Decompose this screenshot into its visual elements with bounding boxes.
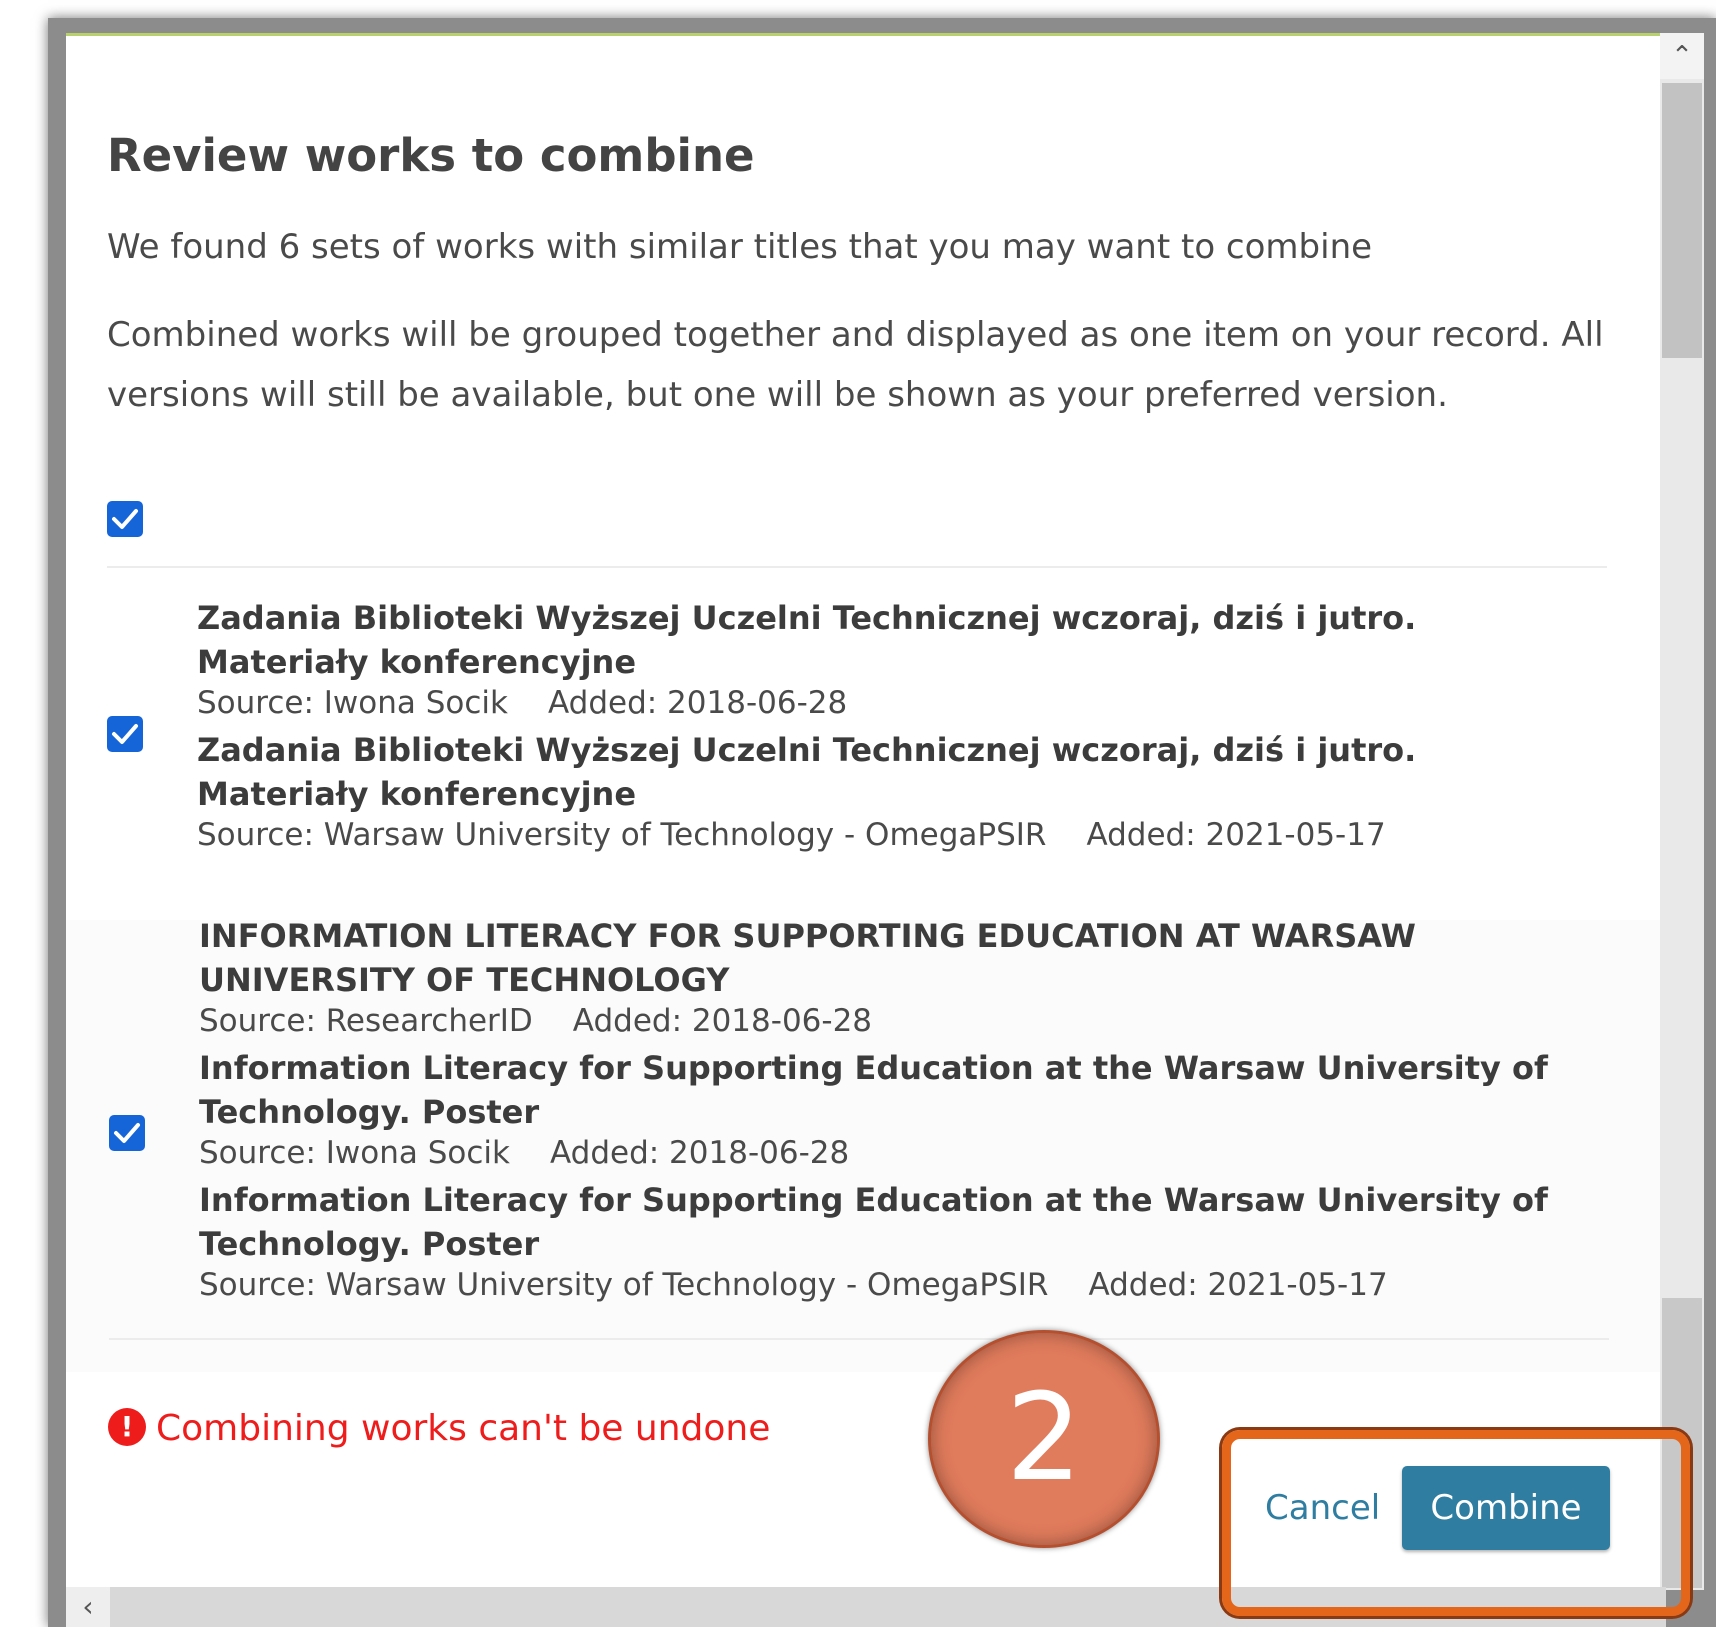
combine-button[interactable]: Combine bbox=[1402, 1466, 1610, 1550]
work-meta: Source: ResearcherID Added: 2018-06-28 bbox=[199, 1003, 872, 1039]
work-meta: Source: Warsaw University of Technology … bbox=[197, 817, 1386, 853]
group-2-checkbox[interactable] bbox=[109, 1115, 145, 1151]
dialog-top-accent bbox=[66, 33, 1666, 36]
work-added-date: Added: 2018-06-28 bbox=[572, 1003, 873, 1039]
chevron-left-icon[interactable]: ‹ bbox=[66, 1587, 110, 1627]
check-icon bbox=[112, 509, 138, 529]
divider bbox=[107, 566, 1607, 568]
divider bbox=[109, 1338, 1609, 1340]
work-source: Source: Iwona Socik bbox=[199, 1135, 510, 1171]
work-title: Information Literacy for Supporting Educ… bbox=[199, 1049, 1548, 1131]
work-added-date: Added: 2021-05-17 bbox=[1088, 1267, 1388, 1303]
scrollbar-thumb[interactable] bbox=[1662, 83, 1702, 358]
work-meta: Source: Iwona Socik Added: 2018-06-28 bbox=[199, 1135, 849, 1171]
chevron-up-icon[interactable]: ⌃ bbox=[1660, 33, 1704, 79]
step-badge: 2 bbox=[928, 1330, 1160, 1548]
dialog-title: Review works to combine bbox=[107, 129, 755, 182]
work-added-date: Added: 2018-06-28 bbox=[549, 1135, 850, 1171]
vertical-scrollbar[interactable]: ⌃ bbox=[1660, 33, 1704, 1590]
combine-works-dialog: Review works to combine We found 6 sets … bbox=[66, 33, 1666, 1590]
work-source: Source: ResearcherID bbox=[199, 1003, 533, 1039]
work-title: INFORMATION LITERACY FOR SUPPORTING EDUC… bbox=[199, 917, 1416, 999]
dialog-intro: We found 6 sets of works with similar ti… bbox=[107, 227, 1373, 267]
work-meta: Source: Iwona Socik Added: 2018-06-28 bbox=[197, 685, 847, 721]
work-added-date: Added: 2021-05-17 bbox=[1086, 817, 1386, 853]
select-all-checkbox[interactable] bbox=[107, 501, 143, 537]
check-icon bbox=[112, 724, 138, 744]
undo-warning: ! Combining works can't be undone bbox=[108, 1408, 770, 1449]
work-title: Information Literacy for Supporting Educ… bbox=[199, 1181, 1548, 1263]
work-title: Zadania Biblioteki Wyższej Uczelni Techn… bbox=[197, 599, 1417, 681]
work-source: Source: Warsaw University of Technology … bbox=[199, 1267, 1049, 1303]
dialog-explanation: Combined works will be grouped together … bbox=[107, 315, 1604, 415]
work-meta: Source: Warsaw University of Technology … bbox=[199, 1267, 1388, 1303]
cancel-button[interactable]: Cancel bbox=[1265, 1483, 1380, 1533]
work-added-date: Added: 2018-06-28 bbox=[547, 685, 848, 721]
work-source: Source: Warsaw University of Technology … bbox=[197, 817, 1047, 853]
warning-text: Combining works can't be undone bbox=[156, 1408, 771, 1449]
work-title: Zadania Biblioteki Wyższej Uczelni Techn… bbox=[197, 731, 1417, 813]
check-icon bbox=[114, 1123, 140, 1143]
group-1-checkbox[interactable] bbox=[107, 716, 143, 752]
work-source: Source: Iwona Socik bbox=[197, 685, 508, 721]
exclamation-circle-icon: ! bbox=[108, 1408, 146, 1446]
